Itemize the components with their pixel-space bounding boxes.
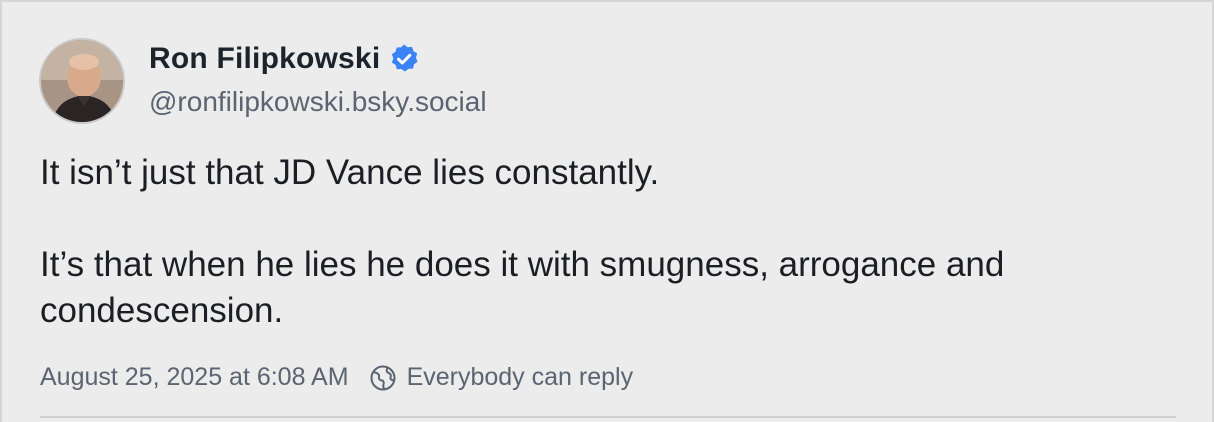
post-card: Ron Filipkowski @ronfilipkowski.bsky.soc… [0, 0, 1214, 422]
author-name[interactable]: Ron Filipkowski [149, 42, 380, 76]
globe-icon [369, 364, 397, 392]
post-meta: August 25, 2025 at 6:08 AM Everybody can… [40, 363, 633, 392]
divider [40, 416, 1176, 418]
post-text-line-1: It isn’t just that JD Vance lies constan… [40, 153, 660, 192]
avatar[interactable] [39, 38, 125, 124]
post-text-line-2: It’s that when he lies he does it with s… [40, 245, 1005, 330]
author-name-row: Ron Filipkowski [149, 42, 420, 76]
reply-setting[interactable]: Everybody can reply [369, 363, 634, 392]
post-body: It isn’t just that JD Vance lies constan… [40, 150, 1170, 334]
author-handle[interactable]: @ronfilipkowski.bsky.social [149, 86, 487, 118]
verified-badge-icon [388, 43, 420, 75]
post-timestamp[interactable]: August 25, 2025 at 6:08 AM [40, 363, 349, 392]
avatar-photo [41, 40, 123, 122]
reply-setting-label: Everybody can reply [406, 363, 634, 391]
